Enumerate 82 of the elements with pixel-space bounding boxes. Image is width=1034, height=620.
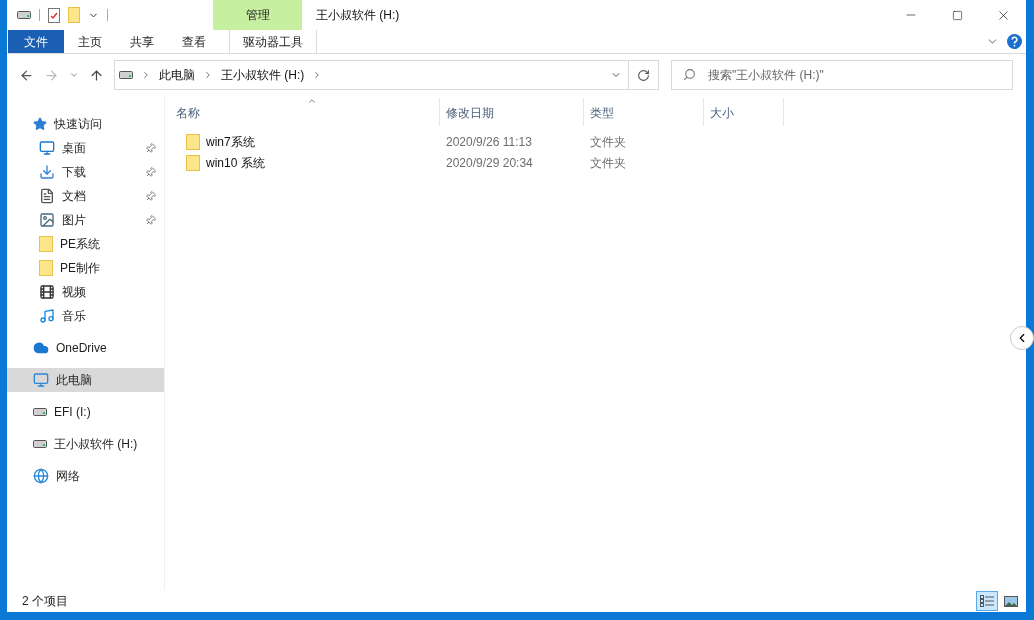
sidebar-label: 下载 [62,164,86,181]
ribbon-tab[interactable]: 共享 [116,30,168,53]
sidebar-item[interactable]: 快速访问 [7,112,164,136]
sidebar-label: 文档 [62,188,86,205]
file-name[interactable]: win10 系统 [206,153,265,172]
network-icon [33,468,49,484]
column-header[interactable]: 修改日期 [440,98,584,126]
sidebar-item[interactable]: 音乐 [7,304,164,328]
sidebar-label: 王小叔软件 (H:) [54,436,138,453]
star-icon [33,117,47,131]
folder-icon [186,133,200,150]
sidebar-label: 网络 [56,468,80,485]
sidebar-item[interactable]: PE制作 [7,256,164,280]
sidebar-item[interactable]: 此电脑 [7,368,164,392]
ribbon-tab[interactable]: 主页 [64,30,116,53]
recent-icon[interactable] [69,70,79,80]
folder-icon [39,260,53,276]
cloud-icon [33,340,49,356]
sidebar-label: 音乐 [62,308,86,325]
breadcrumb-item[interactable]: 此电脑 [159,66,195,84]
file-name[interactable]: win7系统 [206,132,255,151]
column-header[interactable]: 类型 [584,98,704,126]
ribbon-tab[interactable]: 查看 [168,30,220,53]
refresh-icon[interactable] [637,68,650,82]
document-icon [39,188,55,204]
sidebar-label: 桌面 [62,140,86,157]
sidebar-label: PE系统 [60,236,100,253]
table-cell-text: 2020/9/26 11:13 [446,133,532,151]
drive-icon [33,408,47,416]
sidebar-item[interactable]: 下载 [7,160,164,184]
drive-icon [119,71,133,79]
sidebar-item[interactable]: 文档 [7,184,164,208]
sidebar-label: OneDrive [56,340,107,357]
search-field[interactable]: 搜索"王小叔软件 (H:)" [671,60,1013,90]
sidebar-label: 图片 [62,212,86,229]
table-cell-text: 文件夹 [590,133,626,151]
table-cell-text: 文件夹 [590,154,626,172]
details-list-icon [980,595,994,607]
item-count: 2 个项目 [22,593,68,610]
sidebar-item[interactable]: 视频 [7,280,164,304]
picture-icon [1004,595,1018,607]
sidebar-label: 快速访问 [54,116,102,133]
separator-icon [203,70,213,80]
sidebar-item[interactable]: 王小叔软件 (H:) [7,432,164,456]
up-icon[interactable] [89,67,104,83]
drive-icon [17,11,31,19]
folder-icon [39,236,53,252]
window-title: 王小叔软件 (H:) [316,7,400,24]
folder-icon [186,154,200,171]
back-icon[interactable] [19,67,34,83]
drive-icon [33,440,47,448]
sidebar-item[interactable]: 网络 [7,464,164,488]
ribbon-tab[interactable]: 文件 [8,30,64,53]
collapse-pane-button[interactable] [1010,326,1034,350]
column-header[interactable]: 大小 [704,98,784,126]
sidebar-label: 视频 [62,284,86,301]
maximize-icon [951,9,963,21]
context-group-label: 管理 [213,0,302,30]
film-icon [39,284,55,300]
help-icon[interactable] [1007,34,1022,49]
monitor-icon [33,372,49,388]
sidebar-item[interactable]: 桌面 [7,136,164,160]
monitor-icon [39,140,55,156]
details-view-button[interactable] [976,591,998,611]
sidebar-label: EFI (I:) [54,404,91,421]
address-bar[interactable]: 此电脑 王小叔软件 (H:) [114,60,659,90]
picture-icon [39,212,55,228]
ribbon-tab[interactable]: 驱动器工具 [229,30,317,53]
sidebar-label: PE制作 [60,260,100,277]
download-icon [39,164,55,180]
table-cell-text: 2020/9/29 20:34 [446,154,533,172]
column-header[interactable]: 名称 [170,98,440,126]
sidebar-item[interactable]: PE系统 [7,232,164,256]
sidebar-item[interactable]: OneDrive [7,336,164,360]
sidebar-item[interactable]: EFI (I:) [7,400,164,424]
sidebar-label: 此电脑 [56,372,92,389]
sidebar-item[interactable]: 图片 [7,208,164,232]
separator-icon [141,70,151,80]
checklist-icon[interactable] [48,7,60,23]
breadcrumb-item[interactable]: 王小叔软件 (H:) [221,66,305,84]
music-note-icon [39,308,55,324]
search-icon [683,68,696,81]
